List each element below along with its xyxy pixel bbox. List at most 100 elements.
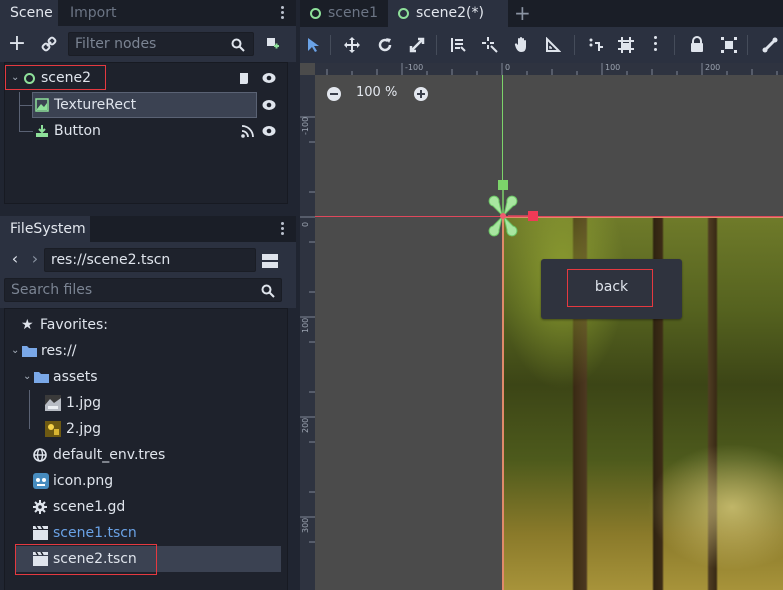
node-label: Button xyxy=(54,123,101,139)
smart-snap-icon[interactable] xyxy=(588,38,604,52)
scene-dock-tabbar: Scene Import xyxy=(0,0,296,26)
forward-arrow-icon[interactable]: › xyxy=(28,248,42,268)
file-scene1-tscn[interactable]: scene1.tscn xyxy=(5,520,287,546)
select-mode-icon[interactable] xyxy=(307,37,321,53)
attach-script-icon[interactable] xyxy=(262,34,282,54)
tree-guide-line xyxy=(19,131,33,132)
filesystem-menu-icon[interactable] xyxy=(280,222,284,236)
signal-icon[interactable] xyxy=(241,125,254,138)
canvas-viewport[interactable]: -100 0 100 200 -100 0 100 200 300 100 % xyxy=(300,63,783,590)
ruler-label: -100 xyxy=(301,116,310,135)
ruler-label: 300 xyxy=(301,517,310,533)
skeleton-bone-icon[interactable] xyxy=(762,37,778,53)
path-field[interactable]: res://scene2.tscn xyxy=(44,248,256,272)
zoom-level[interactable]: 100 % xyxy=(356,85,397,100)
rotation-pivot-handle xyxy=(498,180,508,190)
pan-hand-icon[interactable] xyxy=(514,36,530,53)
ruler-label: -100 xyxy=(405,63,424,72)
tab-scene2[interactable]: scene2(*) xyxy=(388,0,508,27)
scene-dock-menu-icon[interactable] xyxy=(280,6,284,20)
toolbar-separator xyxy=(436,35,437,55)
filter-nodes-input[interactable]: Filter nodes xyxy=(68,32,254,56)
folder-label: assets xyxy=(53,369,98,385)
filesystem-toolbar: ‹ › res://scene2.tscn Search files xyxy=(0,242,296,308)
search-files-input[interactable]: Search files xyxy=(4,278,282,302)
anchor-gizmo[interactable] xyxy=(484,178,544,238)
file-label: 2.jpg xyxy=(66,421,102,437)
annotation-highlight xyxy=(15,544,157,575)
ruler-label: 0 xyxy=(301,221,310,227)
file-1-jpg[interactable]: 1.jpg xyxy=(5,390,287,416)
zoom-in-button[interactable] xyxy=(414,87,428,101)
tree-guide-line xyxy=(19,118,20,131)
add-node-icon[interactable]: + xyxy=(6,33,28,55)
ruler-label: 100 xyxy=(301,317,310,333)
folder-icon xyxy=(34,372,49,383)
visibility-eye-icon[interactable] xyxy=(262,72,276,84)
main-editor: scene1 scene2(*) + -100 0 100 200 -100 0… xyxy=(300,0,783,590)
scale-mode-icon[interactable] xyxy=(409,37,425,53)
ruler-icon[interactable] xyxy=(545,37,561,53)
add-tab-icon[interactable]: + xyxy=(514,1,531,25)
annotation-highlight xyxy=(5,65,106,90)
grid-snap-icon[interactable] xyxy=(618,37,634,53)
ruler-label: 200 xyxy=(301,417,310,433)
link-icon[interactable] xyxy=(38,34,60,54)
tree-node-texturerect[interactable]: TextureRect xyxy=(5,92,287,118)
file-2-jpg[interactable]: 2.jpg xyxy=(5,416,287,442)
texture-rect-icon xyxy=(35,98,49,112)
visibility-eye-icon[interactable] xyxy=(262,99,276,111)
zoom-out-button[interactable] xyxy=(327,87,341,101)
tree-node-button[interactable]: Button xyxy=(5,118,287,144)
folder-assets[interactable]: ⌄ assets xyxy=(5,364,287,390)
lock-icon[interactable] xyxy=(690,36,704,52)
viewport-toolbar xyxy=(300,27,783,63)
filter-nodes-placeholder: Filter nodes xyxy=(75,36,157,52)
file-label: scene1.tscn xyxy=(53,525,137,541)
environment-globe-icon xyxy=(33,448,47,462)
back-arrow-icon[interactable]: ‹ xyxy=(8,248,22,268)
clapperboard-icon xyxy=(33,526,48,540)
pivot-icon[interactable] xyxy=(482,37,498,53)
texture-rect-border xyxy=(502,217,504,590)
rotate-mode-icon[interactable] xyxy=(377,37,393,53)
left-dock: Scene Import + Filter nodes ⌄ scene2 Tex… xyxy=(0,0,296,590)
image-thumbnail-icon xyxy=(45,421,61,437)
folder-res-root[interactable]: ⌄ res:// xyxy=(5,338,287,364)
script-icon[interactable] xyxy=(238,72,250,85)
node2d-icon xyxy=(310,8,321,19)
toolbar-separator xyxy=(574,35,575,55)
snap-options-icon[interactable] xyxy=(654,36,657,51)
x-axis-line xyxy=(315,216,783,217)
favorites-label: Favorites: xyxy=(40,317,108,333)
toolbar-separator xyxy=(747,35,748,55)
visibility-eye-icon[interactable] xyxy=(262,125,276,137)
group-icon[interactable] xyxy=(721,37,737,53)
file-scene1-gd[interactable]: scene1.gd xyxy=(5,494,287,520)
tab-filesystem[interactable]: FileSystem xyxy=(0,216,90,242)
favorites-row[interactable]: ★ Favorites: xyxy=(5,312,287,338)
tree-guide-line xyxy=(19,105,33,106)
split-view-icon[interactable] xyxy=(262,253,278,269)
tab-import[interactable]: Import xyxy=(60,0,126,26)
file-label: default_env.tres xyxy=(53,447,166,463)
tab-label: scene1 xyxy=(328,5,378,21)
tab-scene1[interactable]: scene1 xyxy=(300,0,386,27)
annotation-highlight xyxy=(567,269,653,307)
godot-logo-icon xyxy=(33,473,49,489)
vertical-ruler[interactable]: -100 0 100 200 300 xyxy=(300,75,315,590)
move-mode-icon[interactable] xyxy=(344,37,360,53)
y-axis-line xyxy=(502,75,503,187)
chevron-down-icon[interactable]: ⌄ xyxy=(23,364,31,390)
tab-scene[interactable]: Scene xyxy=(0,0,58,26)
file-icon-png[interactable]: icon.png xyxy=(5,468,287,494)
ruler-label: 200 xyxy=(705,63,721,72)
file-label: scene1.gd xyxy=(53,499,126,515)
file-default-env[interactable]: default_env.tres xyxy=(5,442,287,468)
list-select-icon[interactable] xyxy=(450,37,466,53)
folder-label: res:// xyxy=(41,343,77,359)
scene-tabbar: scene1 scene2(*) + xyxy=(300,0,783,27)
chevron-down-icon[interactable]: ⌄ xyxy=(11,338,19,364)
horizontal-ruler[interactable]: -100 0 100 200 xyxy=(315,63,783,75)
scene-toolbar: + Filter nodes xyxy=(0,26,296,62)
